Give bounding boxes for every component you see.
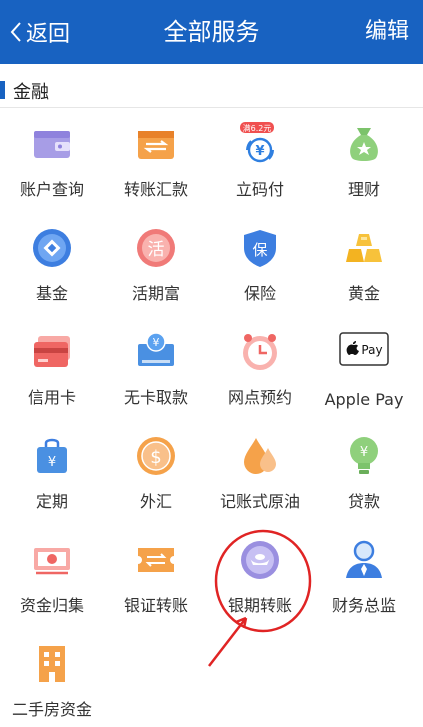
- money-bag-icon: [342, 122, 386, 166]
- ticket-icon: [134, 538, 178, 582]
- section-header-finance: 金融: [0, 74, 423, 108]
- scan-pay-icon: 满6.2元 ¥: [238, 122, 282, 166]
- bulb-icon: ¥: [342, 434, 386, 478]
- service-label: 账户查询: [19, 180, 84, 199]
- service-label: 无卡取款: [123, 388, 188, 407]
- svg-text:$: $: [150, 447, 161, 468]
- oil-drop-icon: [238, 434, 282, 478]
- service-label: 黄金: [347, 284, 380, 303]
- section-title: 金融: [13, 82, 49, 103]
- service-label: 银证转账: [123, 596, 188, 615]
- service-label: 定期: [35, 492, 68, 511]
- service-apple-pay[interactable]: Pay Apple Pay: [312, 318, 416, 422]
- service-label: 外汇: [139, 492, 172, 511]
- service-cardless-withdrawal[interactable]: ¥ 无卡取款: [104, 318, 208, 422]
- promo-badge: 满6.2元: [243, 123, 272, 133]
- service-fixed-deposit[interactable]: ¥ 定期: [0, 422, 104, 526]
- svg-text:活: 活: [148, 240, 165, 260]
- apple-pay-icon: Pay: [339, 332, 389, 366]
- service-second-hand-house-funds[interactable]: 二手房资金: [0, 630, 104, 727]
- service-label: 网点预约: [227, 388, 292, 407]
- service-label: 理财: [347, 180, 380, 199]
- service-label: 保险: [243, 284, 276, 303]
- svg-text:Pay: Pay: [361, 343, 382, 357]
- service-forex[interactable]: $ 外汇: [104, 422, 208, 526]
- fund-coin-icon: [30, 226, 74, 270]
- transfer-card-icon: [134, 122, 178, 166]
- svg-text:¥: ¥: [153, 336, 160, 349]
- service-bank-futures-transfer[interactable]: 银期转账: [208, 526, 312, 630]
- service-credit-card[interactable]: 信用卡: [0, 318, 104, 422]
- user-icon: [342, 538, 386, 582]
- service-label: 信用卡: [27, 388, 76, 407]
- shield-icon: 保: [238, 226, 282, 270]
- huo-badge-icon: 活: [134, 226, 178, 270]
- building-icon: [30, 642, 74, 686]
- service-label: 银期转账: [227, 596, 292, 615]
- service-gold[interactable]: 黄金: [312, 214, 416, 318]
- credit-card-icon: [30, 330, 74, 374]
- top-navigation-bar: 返回 全部服务 编辑: [0, 0, 423, 64]
- svg-text:¥: ¥: [255, 144, 264, 159]
- service-label: 财务总监: [331, 596, 396, 615]
- bag-icon: ¥: [30, 434, 74, 478]
- service-label: 活期富: [131, 284, 180, 303]
- clock-icon: [238, 330, 282, 374]
- section-accent-bar: [0, 81, 5, 99]
- service-label: 贷款: [347, 492, 380, 511]
- svg-text:¥: ¥: [48, 455, 56, 470]
- wallet-icon: [30, 122, 74, 166]
- page-title: 全部服务: [163, 18, 260, 46]
- service-transfer[interactable]: 转账汇款: [104, 110, 208, 214]
- service-insurance[interactable]: 保 保险: [208, 214, 312, 318]
- service-fund[interactable]: 基金: [0, 214, 104, 318]
- service-bank-securities-transfer[interactable]: 银证转账: [104, 526, 208, 630]
- banknote-icon: [30, 538, 74, 582]
- gold-bars-icon: [342, 226, 386, 270]
- service-label: 资金归集: [19, 596, 84, 615]
- service-loan[interactable]: ¥ 贷款: [312, 422, 416, 526]
- atm-icon: ¥: [134, 330, 178, 374]
- service-label: Apple Pay: [324, 390, 404, 409]
- service-label: 记账式原油: [219, 492, 300, 511]
- ingot-icon: [238, 538, 282, 582]
- svg-text:¥: ¥: [360, 445, 368, 460]
- service-label: 基金: [35, 284, 68, 303]
- service-scan-pay[interactable]: 满6.2元 ¥ 立码付: [208, 110, 312, 214]
- service-label: 立码付: [235, 180, 284, 199]
- dollar-coin-icon: $: [134, 434, 178, 478]
- service-branch-appointment[interactable]: 网点预约: [208, 318, 312, 422]
- edit-button[interactable]: 编辑: [365, 15, 409, 49]
- service-account-query[interactable]: 账户查询: [0, 110, 104, 214]
- service-huoqifu[interactable]: 活 活期富: [104, 214, 208, 318]
- service-crude-oil[interactable]: 记账式原油: [208, 422, 312, 526]
- service-wealth[interactable]: 理财: [312, 110, 416, 214]
- service-finance-director[interactable]: 财务总监: [312, 526, 416, 630]
- svg-text:保: 保: [252, 241, 267, 259]
- service-label: 转账汇款: [123, 180, 188, 199]
- service-cash-pooling[interactable]: 资金归集: [0, 526, 104, 630]
- service-label: 二手房资金: [11, 700, 92, 719]
